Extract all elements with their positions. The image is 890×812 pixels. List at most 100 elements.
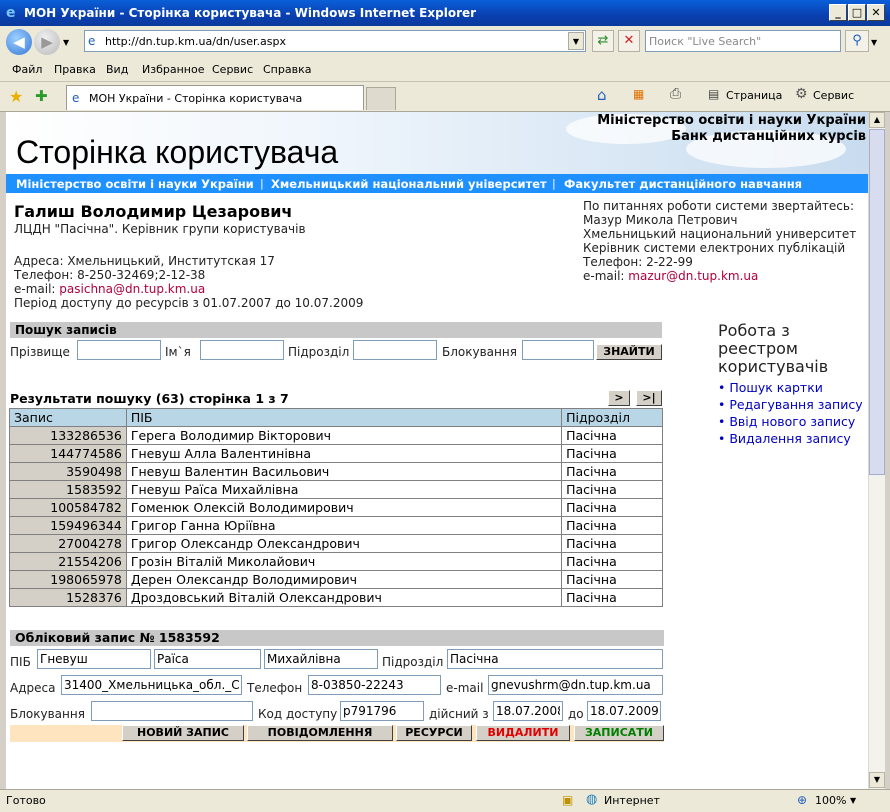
menu-view[interactable]: Вид xyxy=(106,63,128,76)
table-row[interactable]: 1583592 Гневуш Раїса Михайлівна Пасічна xyxy=(9,480,663,499)
record-name-cell[interactable]: Гневуш Раїса Михайлівна xyxy=(125,480,563,499)
new-tab-button[interactable] xyxy=(366,87,396,110)
valid-to-field[interactable] xyxy=(587,701,661,721)
close-window-button[interactable]: ✕ xyxy=(867,4,885,21)
nav-link-ministry[interactable]: Міністерство освіти і науки України xyxy=(16,177,254,191)
resources-button[interactable]: РЕСУРСИ xyxy=(396,725,472,741)
zoom-dropdown-icon[interactable]: ▼ xyxy=(850,796,856,805)
scroll-down-icon[interactable]: ▼ xyxy=(869,772,885,788)
column-header-id[interactable]: Запис xyxy=(9,408,127,427)
nav-link-faculty[interactable]: Факультет дистанційного навчання xyxy=(564,177,802,191)
tab-current[interactable]: e МОН України - Сторінка користувача xyxy=(66,85,364,110)
history-dropdown-icon[interactable]: ▼ xyxy=(63,38,69,47)
menu-favorites[interactable]: Избранное xyxy=(142,63,204,76)
scroll-thumb[interactable] xyxy=(869,129,885,475)
first-name-field[interactable] xyxy=(154,649,261,669)
record-name-cell[interactable]: Грозін Віталій Миколайович xyxy=(125,552,563,571)
message-button[interactable]: ПОВІДОМЛЕННЯ xyxy=(247,725,393,741)
record-id-cell[interactable]: 100584782 xyxy=(9,498,127,517)
valid-from-field[interactable] xyxy=(493,701,563,721)
contact-email-link[interactable]: mazur@dn.tup.km.ua xyxy=(628,269,758,283)
record-id-cell[interactable]: 1528376 xyxy=(9,588,127,607)
email-field[interactable] xyxy=(488,675,663,695)
last-page-button[interactable]: >| xyxy=(636,390,662,406)
save-button[interactable]: ЗАПИСАТИ xyxy=(574,725,664,741)
table-row[interactable]: 144774586 Гневуш Алла Валентинівна Пасічна xyxy=(9,444,663,463)
scroll-up-icon[interactable]: ▲ xyxy=(869,112,885,128)
record-id-cell[interactable]: 3590498 xyxy=(9,462,127,481)
search-icon[interactable]: ⚲ xyxy=(845,30,869,52)
back-arrow-icon[interactable]: ◀ xyxy=(6,29,32,55)
nav-link-university[interactable]: Хмельницький національний університет xyxy=(271,177,547,191)
surname-field[interactable] xyxy=(37,649,151,669)
record-name-cell[interactable]: Гоменюк Олексій Володимирович xyxy=(125,498,563,517)
column-header-name[interactable]: ПІБ xyxy=(125,408,563,427)
url-input[interactable] xyxy=(105,33,565,49)
block-search-input[interactable] xyxy=(522,340,594,360)
table-row[interactable]: 27004278 Григор Олександр Олександрович Па… xyxy=(9,534,663,553)
record-id-cell[interactable]: 144774586 xyxy=(9,444,127,463)
table-row[interactable]: 100584782 Гоменюк Олексій Володимирович Па… xyxy=(9,498,663,517)
stop-icon[interactable]: ✕ xyxy=(618,30,640,52)
forward-arrow-icon[interactable]: ▶ xyxy=(34,29,60,55)
search-options-icon[interactable]: ▼ xyxy=(871,38,877,47)
record-id-cell[interactable]: 159496344 xyxy=(9,516,127,535)
window-title-bar[interactable]: e МОН України - Сторінка користувача - W… xyxy=(0,0,890,26)
favorites-star-icon[interactable]: ★ xyxy=(9,87,23,106)
record-id-cell[interactable]: 1583592 xyxy=(9,480,127,499)
new-record-button[interactable]: НОВИЙ ЗАПИС xyxy=(122,725,244,741)
record-id-cell[interactable]: 133286536 xyxy=(9,426,127,445)
menu-help[interactable]: Справка xyxy=(263,63,311,76)
block-field[interactable] xyxy=(91,701,253,721)
dept-search-input[interactable] xyxy=(353,340,437,360)
surname-search-input[interactable] xyxy=(77,340,161,360)
table-row[interactable]: 1528376 Дроздовський Віталій Олександрови… xyxy=(9,588,663,607)
chevron-down-icon[interactable]: ▼ xyxy=(568,32,584,50)
record-name-cell[interactable]: Григор Ганна Юріївна xyxy=(125,516,563,535)
menu-tools[interactable]: Сервис xyxy=(212,63,253,76)
sidebar-item-new-record[interactable]: • Ввід нового запису xyxy=(718,414,855,429)
search-input[interactable] xyxy=(649,32,839,50)
add-favorite-icon[interactable]: ✚ xyxy=(35,87,48,105)
zoom-level[interactable]: 100% xyxy=(815,794,846,807)
tools-menu[interactable]: Сервис xyxy=(813,89,854,102)
find-button[interactable]: ЗНАЙТИ xyxy=(596,344,662,360)
sidebar-item-edit-record[interactable]: • Редагування запису xyxy=(718,397,863,412)
search-box[interactable] xyxy=(645,30,841,52)
record-name-cell[interactable]: Григор Олександр Олександрович xyxy=(125,534,563,553)
menu-edit[interactable]: Правка xyxy=(54,63,96,76)
page-menu[interactable]: Страница xyxy=(726,89,782,102)
table-row[interactable]: 3590498 Гневуш Валентин Васильович Пасічна xyxy=(9,462,663,481)
print-icon[interactable]: ⎙ xyxy=(670,86,681,102)
menu-file[interactable]: Файл xyxy=(12,63,42,76)
table-row[interactable]: 159496344 Григор Ганна Юріївна Пасічна xyxy=(9,516,663,535)
address-field[interactable] xyxy=(61,675,242,695)
dept-field[interactable] xyxy=(447,649,663,669)
record-id-cell[interactable]: 21554206 xyxy=(9,552,127,571)
sidebar-item-search-card[interactable]: • Пошук картки xyxy=(718,380,823,395)
table-row[interactable]: 21554206 Грозін Віталій Миколайович Пасічн… xyxy=(9,552,663,571)
patronymic-field[interactable] xyxy=(264,649,378,669)
user-email-link[interactable]: pasichna@dn.tup.km.ua xyxy=(59,282,205,296)
access-code-field[interactable] xyxy=(340,701,424,721)
refresh-icon[interactable]: ⇄ xyxy=(592,30,614,52)
record-name-cell[interactable]: Гневуш Валентин Васильович xyxy=(125,462,563,481)
record-name-cell[interactable]: Дроздовський Віталій Олександрович xyxy=(125,588,563,607)
address-bar[interactable]: e ▼ xyxy=(84,30,586,52)
home-icon[interactable]: ⌂ xyxy=(597,86,607,104)
sidebar-item-delete-record[interactable]: • Видалення запису xyxy=(718,431,851,446)
table-row[interactable]: 198065978 Дерен Олександр Володимирович Па… xyxy=(9,570,663,589)
delete-button[interactable]: ВИДАЛИТИ xyxy=(476,725,570,741)
column-header-dept[interactable]: Підрозділ xyxy=(561,408,663,427)
record-name-cell[interactable]: Дерен Олександр Володимирович xyxy=(125,570,563,589)
vertical-scrollbar[interactable]: ▲ ▼ xyxy=(868,112,885,789)
record-id-cell[interactable]: 27004278 xyxy=(9,534,127,553)
rss-icon[interactable]: ▦ xyxy=(633,87,644,101)
phone-field[interactable] xyxy=(308,675,441,695)
record-id-cell[interactable]: 198065978 xyxy=(9,570,127,589)
next-page-button[interactable]: > xyxy=(608,390,630,406)
table-row[interactable]: 133286536 Герега Володимир Вікторович Пасі… xyxy=(9,426,663,445)
maximize-button[interactable]: □ xyxy=(848,4,866,21)
record-name-cell[interactable]: Гневуш Алла Валентинівна xyxy=(125,444,563,463)
minimize-button[interactable]: _ xyxy=(829,4,847,21)
